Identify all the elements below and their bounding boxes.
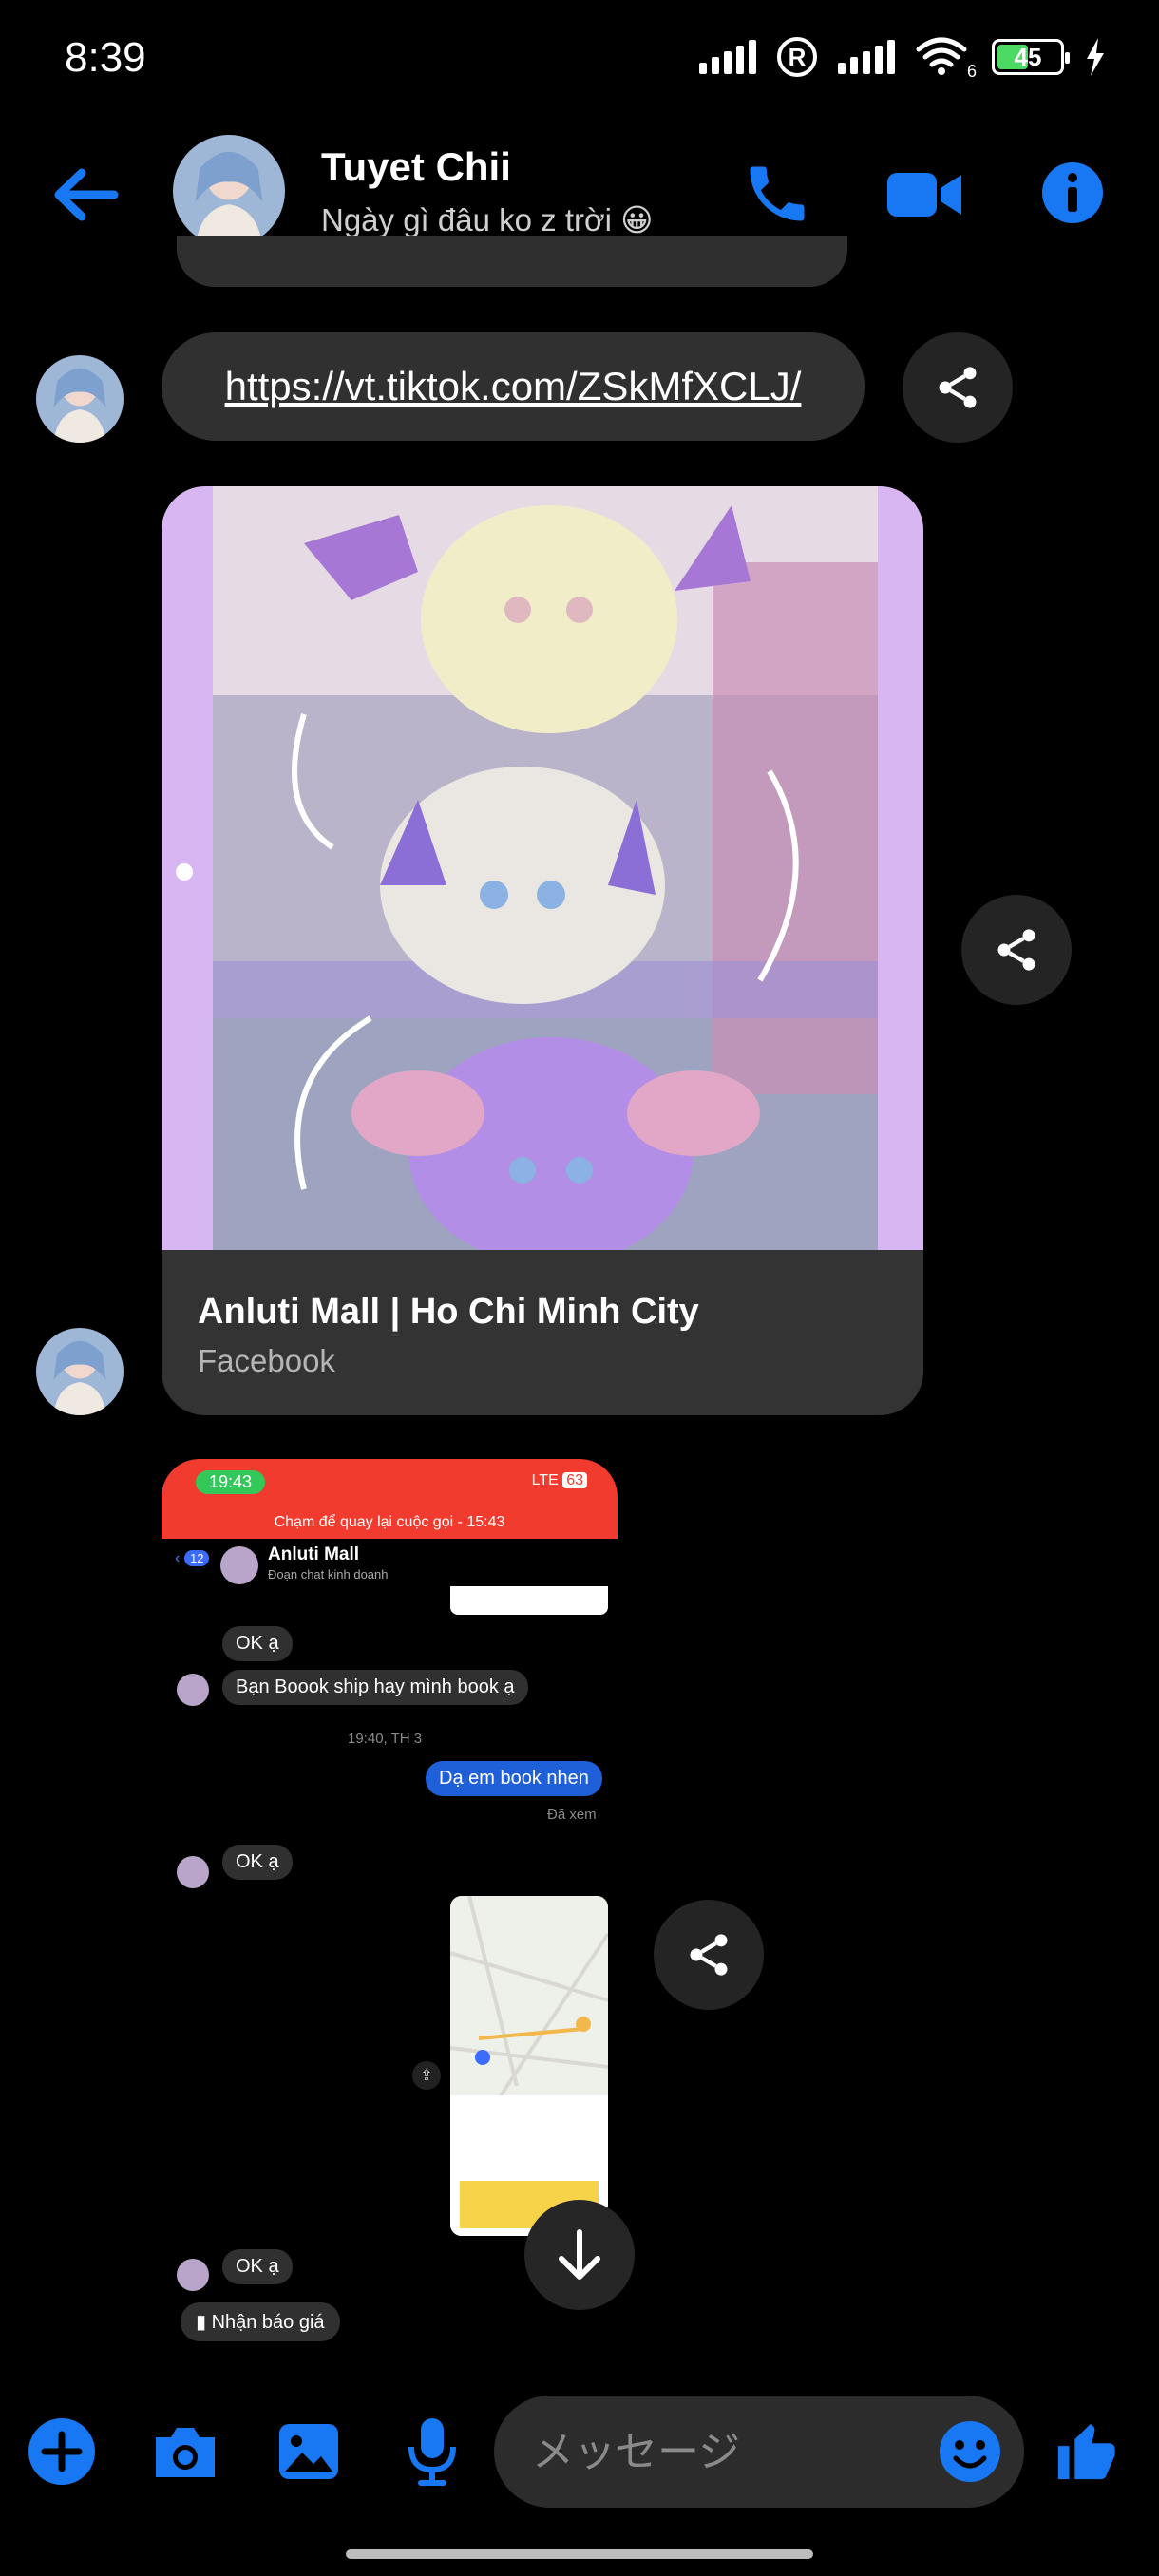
back-button[interactable] bbox=[48, 161, 124, 228]
home-indicator[interactable] bbox=[346, 2549, 813, 2559]
status-bar: 8:39 R 6 45 bbox=[0, 0, 1159, 123]
screenshot-bubble: OK ạ bbox=[222, 1626, 293, 1661]
screenshot-bubble: OK ạ bbox=[222, 1845, 293, 1880]
microphone-icon bbox=[408, 2418, 456, 2486]
status-time: 8:39 bbox=[65, 34, 146, 81]
screenshot-bubble: Bạn Boook ship hay mình book ạ bbox=[222, 1670, 528, 1705]
status-icons: R 6 45 bbox=[699, 36, 1106, 81]
message-composer bbox=[0, 2384, 1159, 2517]
share-button[interactable] bbox=[961, 895, 1072, 1005]
screenshot-unread-badge: 12 bbox=[184, 1550, 210, 1566]
back-arrow-icon bbox=[54, 168, 119, 221]
contact-name[interactable]: Tuyet Chii bbox=[321, 144, 511, 190]
screenshot-thumbnail bbox=[450, 1586, 608, 1615]
like-button[interactable] bbox=[1049, 2415, 1123, 2489]
share-icon bbox=[998, 929, 1036, 971]
phone-icon bbox=[750, 166, 805, 221]
share-button[interactable] bbox=[654, 1900, 764, 2010]
file-icon: ▮ bbox=[196, 2312, 212, 2333]
screenshot-mini-avatar bbox=[177, 1674, 209, 1706]
screenshot-back-icon: ‹ bbox=[175, 1550, 180, 1566]
screenshot-chat-name: Anluti Mall bbox=[268, 1544, 360, 1564]
emoji-button[interactable] bbox=[939, 2420, 1001, 2483]
message-input-field[interactable] bbox=[494, 2396, 1024, 2508]
link-preview-card[interactable]: Anluti Mall | Ho Chi Minh City Facebook bbox=[162, 486, 923, 1415]
gallery-button[interactable] bbox=[272, 2415, 346, 2489]
link-message-bubble[interactable]: https://vt.tiktok.com/ZSkMfXCLJ/ bbox=[162, 332, 864, 441]
card-source: Facebook bbox=[198, 1343, 335, 1378]
scroll-to-bottom-button[interactable] bbox=[524, 2200, 635, 2310]
thumbs-up-icon bbox=[1057, 2423, 1115, 2480]
camera-icon bbox=[156, 2428, 215, 2477]
screenshot-upload-icon: ⇪ bbox=[412, 2061, 441, 2090]
sender-avatar[interactable] bbox=[36, 1328, 124, 1415]
registered-icon: R bbox=[777, 37, 817, 77]
emoji-icon bbox=[940, 2421, 1000, 2482]
screenshot-recall-text: Chạm để quay lại cuộc gọi - 15:43 bbox=[274, 1514, 505, 1530]
more-actions-button[interactable] bbox=[25, 2415, 99, 2489]
screenshot-bubble: OK ạ bbox=[222, 2249, 293, 2284]
battery-icon: 45 bbox=[992, 39, 1070, 75]
image-icon bbox=[279, 2424, 338, 2479]
wifi-icon: 6 bbox=[916, 36, 977, 81]
wifi-label: 6 bbox=[966, 62, 977, 81]
contact-avatar[interactable] bbox=[173, 135, 285, 247]
arrow-down-icon bbox=[559, 2229, 600, 2280]
screenshot-chat-header: ‹ 12 Anluti Mall Đoạn chat kinh doanh bbox=[162, 1539, 618, 1588]
video-camera-icon bbox=[887, 173, 961, 217]
screenshot-file-chip: ▮ Nhận báo giá bbox=[180, 2302, 340, 2341]
info-icon bbox=[1042, 162, 1103, 223]
plus-icon bbox=[28, 2418, 95, 2485]
screenshot-map-image bbox=[450, 1896, 608, 2236]
screenshot-mini-avatar bbox=[177, 2259, 209, 2291]
screenshot-network: LTE 63 bbox=[532, 1472, 587, 1489]
message-input[interactable] bbox=[532, 2396, 931, 2508]
camera-button[interactable] bbox=[148, 2415, 222, 2489]
info-button[interactable] bbox=[1041, 161, 1104, 224]
share-icon bbox=[939, 367, 977, 408]
screenshot-call-banner: 19:43 LTE 63 Chạm để quay lại cuộc gọi -… bbox=[162, 1459, 618, 1539]
voice-record-button[interactable] bbox=[395, 2415, 469, 2489]
screenshot-bubble-sent: Dạ em book nhen bbox=[426, 1761, 602, 1796]
screenshot-mini-avatar bbox=[177, 1856, 209, 1888]
share-button[interactable] bbox=[902, 332, 1013, 443]
signal-icon bbox=[699, 40, 756, 74]
previous-message-bubble bbox=[177, 236, 847, 287]
sender-avatar[interactable] bbox=[36, 355, 124, 443]
signal-icon-2 bbox=[838, 40, 895, 74]
screenshot-time: 19:43 bbox=[196, 1470, 266, 1494]
voice-call-button[interactable] bbox=[741, 158, 813, 230]
preview-image[interactable] bbox=[162, 486, 923, 1265]
screenshot-seen: Đã xem bbox=[547, 1807, 597, 1823]
screenshot-avatar bbox=[220, 1546, 258, 1584]
screenshot-chat-sub: Đoạn chat kinh doanh bbox=[268, 1567, 389, 1582]
battery-level: 45 bbox=[1014, 42, 1042, 71]
tiktok-link[interactable]: https://vt.tiktok.com/ZSkMfXCLJ/ bbox=[225, 364, 802, 409]
video-call-button[interactable] bbox=[884, 161, 965, 228]
share-icon bbox=[690, 1934, 728, 1976]
screenshot-timestamp: 19:40, TH 3 bbox=[348, 1731, 423, 1747]
card-title: Anluti Mall | Ho Chi Minh City bbox=[198, 1292, 699, 1332]
charging-icon bbox=[1087, 38, 1104, 76]
contact-status: Ngày gì đâu ko z trời 😀 bbox=[321, 202, 654, 237]
